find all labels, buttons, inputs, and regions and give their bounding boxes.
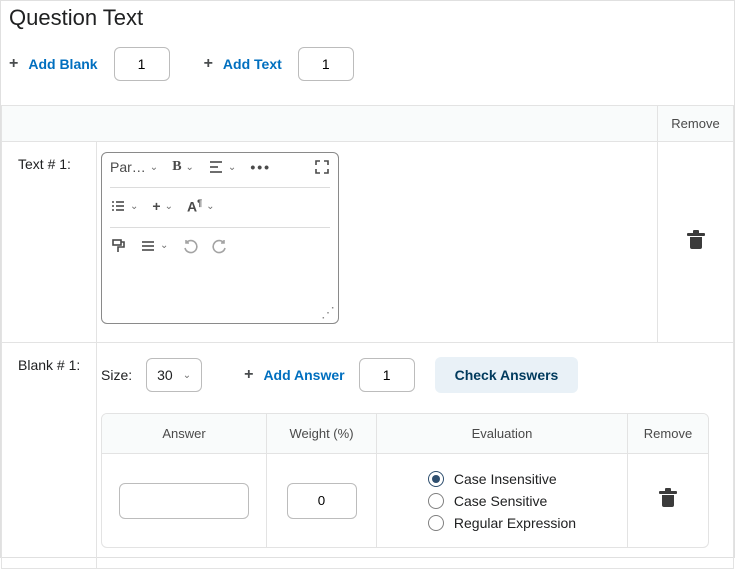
question-text-panel: Question Text + Add Blank + Add Text Rem…	[0, 0, 735, 558]
blank-part-row: Blank # 1: Size: 30 ⌄ + Add Answer	[2, 343, 734, 569]
header-remove: Remove	[658, 106, 734, 142]
font-dropdown[interactable]: A¶⌄	[187, 198, 215, 215]
radio-case-insensitive[interactable]: Case Insensitive	[428, 471, 576, 487]
chevron-down-icon: ⌄	[183, 370, 191, 381]
size-label: Size:	[101, 367, 132, 383]
answer-row: Case Insensitive Case Sensitive	[102, 454, 708, 547]
remove-text-button[interactable]	[689, 233, 703, 249]
answer-input[interactable]	[119, 483, 249, 519]
align-dropdown[interactable]: ⌄	[208, 159, 236, 175]
insert-dropdown[interactable]: +⌄	[152, 198, 173, 214]
resize-handle-icon: ⋰	[321, 304, 335, 321]
text-part-label: Text # 1:	[2, 142, 97, 343]
add-text-count-input[interactable]	[298, 47, 354, 81]
fullscreen-button[interactable]	[314, 159, 330, 175]
add-text-label: Add Text	[223, 56, 282, 72]
answer-table: Answer Weight (%) Evaluation Remove	[101, 413, 709, 548]
line-spacing-dropdown[interactable]: ⌄	[140, 238, 168, 254]
header-blank	[2, 106, 658, 142]
page-title: Question Text	[1, 1, 734, 41]
add-blank-count-input[interactable]	[114, 47, 170, 81]
plus-icon: +	[244, 367, 253, 383]
undo-button[interactable]	[182, 238, 198, 254]
add-answer-label: Add Answer	[263, 367, 344, 383]
remove-answer-button[interactable]	[661, 491, 675, 507]
paragraph-style-dropdown[interactable]: Par…⌄	[110, 159, 158, 175]
weight-input[interactable]	[287, 483, 357, 519]
radio-case-sensitive[interactable]: Case Sensitive	[428, 493, 576, 509]
plus-icon: +	[204, 56, 213, 72]
add-answer-button[interactable]: + Add Answer	[244, 367, 345, 383]
plus-icon: +	[9, 56, 18, 72]
parts-table: Remove Text # 1: Par…⌄ B⌄	[1, 105, 734, 569]
format-painter-button[interactable]	[110, 238, 126, 254]
col-weight: Weight (%)	[267, 414, 377, 454]
col-remove: Remove	[628, 414, 708, 454]
evaluation-radios: Case Insensitive Case Sensitive	[428, 471, 576, 531]
text-part-row: Text # 1: Par…⌄ B⌄ ⌄	[2, 142, 734, 343]
more-button[interactable]: •••	[250, 159, 271, 175]
radio-icon	[428, 471, 444, 487]
top-controls: + Add Blank + Add Text	[1, 41, 734, 105]
blank-part-label: Blank # 1:	[2, 343, 97, 569]
radio-regex[interactable]: Regular Expression	[428, 515, 576, 531]
radio-icon	[428, 515, 444, 531]
editor-toolbar: Par…⌄ B⌄ ⌄ •••	[110, 159, 330, 260]
add-text-button[interactable]: + Add Text	[204, 56, 282, 72]
check-answers-button[interactable]: Check Answers	[435, 357, 579, 393]
add-answer-count-input[interactable]	[359, 358, 415, 392]
list-dropdown[interactable]: ⌄	[110, 198, 138, 214]
radio-icon	[428, 493, 444, 509]
bold-dropdown[interactable]: B⌄	[172, 159, 194, 175]
col-answer: Answer	[102, 414, 267, 454]
redo-button[interactable]	[212, 238, 228, 254]
col-evaluation: Evaluation	[377, 414, 628, 454]
size-select[interactable]: 30 ⌄	[146, 358, 202, 392]
add-blank-button[interactable]: + Add Blank	[9, 56, 98, 72]
rich-text-editor[interactable]: Par…⌄ B⌄ ⌄ •••	[101, 152, 339, 324]
add-blank-label: Add Blank	[28, 56, 97, 72]
